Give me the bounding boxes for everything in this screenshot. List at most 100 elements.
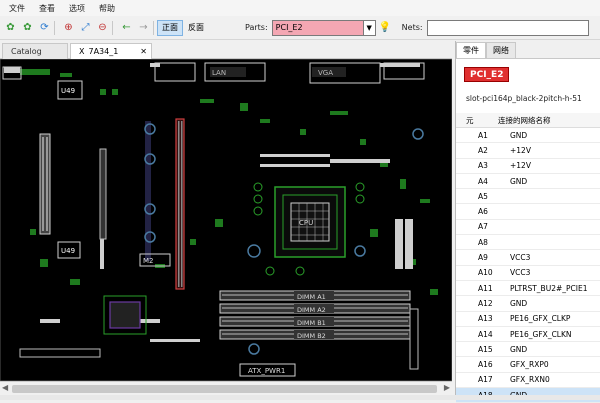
board-label-dimm-b2: DIMM B2 <box>297 332 326 340</box>
net-name: GND <box>510 298 528 308</box>
pin-number: A5 <box>478 191 488 201</box>
gear-green-alt-icon[interactable]: ✿ <box>21 21 34 34</box>
board-label-atx: ATX_PWR1 <box>248 367 285 375</box>
board-label-m2: M2 <box>143 257 154 265</box>
net-name: GND <box>510 344 528 354</box>
lightbulb-icon[interactable]: 💡 <box>379 21 392 34</box>
parts-search-input[interactable]: PCI_E2 <box>271 19 364 36</box>
board-canvas[interactable]: LAN VGA U49 CPU U49 M2 DIMM A1 DIMM A2 D… <box>0 59 452 381</box>
menu-options[interactable]: 选项 <box>62 3 92 14</box>
table-row[interactable]: A3 +12V <box>456 159 600 174</box>
nets-search-input[interactable] <box>426 19 589 36</box>
toolbar-separator <box>112 20 113 35</box>
back-arrow-icon[interactable]: ← <box>120 21 133 34</box>
board-label-u48: U49 <box>61 247 75 255</box>
column-header-pin[interactable]: 元 <box>456 115 488 126</box>
board-label-lan: LAN <box>212 69 226 77</box>
toolbar: ✿ ✿ ⟳ ⊕ ⤢ ⊖ ← → 正面 反面 Parts: PCI_E2 ▼ 💡 … <box>0 16 600 40</box>
tab-label: 7A34_1 <box>88 47 119 56</box>
menu-file[interactable]: 文件 <box>2 3 32 14</box>
net-name: +12V <box>510 161 531 171</box>
board-label-dimm-a2: DIMM A2 <box>297 306 326 314</box>
panel-tabs: 零件 网络 <box>456 41 600 59</box>
table-row[interactable]: A1 GND <box>456 128 600 144</box>
board-label-u49: U49 <box>61 87 75 95</box>
pin-number: A7 <box>478 222 488 232</box>
pin-number: A4 <box>478 176 488 186</box>
back-side-button[interactable]: 反面 <box>183 20 209 36</box>
pin-number: A6 <box>478 207 488 217</box>
table-row[interactable]: A12 GND <box>456 296 600 312</box>
zoom-out-icon[interactable]: ⊖ <box>96 21 109 34</box>
menu-view[interactable]: 查看 <box>32 3 62 14</box>
part-name-badge: PCI_E2 <box>464 67 510 82</box>
table-row[interactable]: A16 GFX_RXP0 <box>456 357 600 373</box>
net-name: GFX_RXN0 <box>510 375 550 385</box>
pin-number: A16 <box>478 360 493 370</box>
table-row[interactable]: A14 PE16_GFX_CLKN <box>456 327 600 343</box>
table-row[interactable]: A2 +12V <box>456 143 600 159</box>
pin-rows: A1 GND A2 +12V A3 +12V A4 GND A5 A6 A7 A8 A9 VCC3 A10 V… <box>456 128 600 403</box>
tab-parts[interactable]: 零件 <box>456 42 486 58</box>
table-row[interactable]: A10 VCC3 <box>456 266 600 281</box>
chevron-down-icon[interactable]: ▼ <box>363 19 376 36</box>
scroll-left-icon[interactable]: ◀ <box>2 383 8 392</box>
net-name: VCC3 <box>510 253 531 263</box>
footprint-text: slot-pci164p_black-2pitch-h-51 <box>466 94 582 103</box>
horizontal-scrollbar[interactable]: ◀ ▶ <box>0 381 452 395</box>
toolbar-separator <box>153 20 154 35</box>
scroll-right-icon[interactable]: ▶ <box>444 383 450 392</box>
net-name: PE16_GFX_CLKP <box>510 314 571 324</box>
pin-number: A14 <box>478 329 493 339</box>
refresh-icon[interactable]: ⟳ <box>38 21 51 34</box>
table-row[interactable]: A8 <box>456 235 600 251</box>
table-row[interactable]: A9 VCC3 <box>456 250 600 266</box>
pin-number: A13 <box>478 314 493 324</box>
tab-prefix: X <box>79 47 85 56</box>
tab-catalog[interactable]: Catalog <box>2 43 68 59</box>
zoom-fit-icon[interactable]: ⤢ <box>79 21 92 34</box>
tab-board[interactable]: X 7A34_1 ✕ <box>70 43 152 59</box>
table-row[interactable]: A17 GFX_RXN0 <box>456 373 600 389</box>
table-row[interactable]: A7 <box>456 220 600 236</box>
table-row[interactable]: A15 GND <box>456 342 600 358</box>
net-name: VCC3 <box>510 268 531 278</box>
gear-green-icon[interactable]: ✿ <box>4 21 17 34</box>
pin-number: A15 <box>478 344 493 354</box>
parts-label: Parts: <box>245 23 268 32</box>
pin-number: A17 <box>478 375 493 385</box>
board-drawing: LAN VGA U49 CPU U49 M2 DIMM A1 DIMM A2 D… <box>0 59 452 381</box>
table-row[interactable]: A6 <box>456 204 600 220</box>
column-header-net[interactable]: 连接的网络名称 <box>488 115 551 126</box>
part-info-panel: 零件 网络 PCI_E2 slot-pci164p_black-2pitch-h… <box>455 41 600 403</box>
front-side-button[interactable]: 正面 <box>157 19 183 36</box>
pin-number: A11 <box>478 283 493 293</box>
table-header: 元 连接的网络名称 <box>456 113 600 128</box>
table-row[interactable]: A11 PLTRST_BU2#_PCIE1 <box>456 281 600 297</box>
board-label-vga: VGA <box>318 69 333 77</box>
menu-help[interactable]: 帮助 <box>92 3 122 14</box>
pin-table: 元 连接的网络名称 A1 GND A2 +12V A3 +12V A4 GND A5 A6 A7 A8… <box>456 113 600 403</box>
menu-bar: 文件 查看 选项 帮助 <box>0 0 600 16</box>
zoom-in-icon[interactable]: ⊕ <box>62 21 75 34</box>
forward-arrow-icon[interactable]: → <box>137 21 150 34</box>
table-row[interactable]: A13 PE16_GFX_CLKP <box>456 312 600 327</box>
net-name: GFX_RXP0 <box>510 360 549 370</box>
status-bar <box>0 395 600 400</box>
table-row[interactable]: A5 <box>456 189 600 205</box>
board-label-dimm-a1: DIMM A1 <box>297 293 326 301</box>
net-name: PLTRST_BU2#_PCIE1 <box>510 283 588 293</box>
scrollbar-thumb[interactable] <box>12 385 437 393</box>
tab-nets[interactable]: 网络 <box>486 42 516 58</box>
pin-number: A3 <box>478 161 488 171</box>
pin-number: A2 <box>478 145 488 155</box>
table-row[interactable]: A4 GND <box>456 174 600 190</box>
board-label-dimm-b1: DIMM B1 <box>297 319 326 327</box>
pin-number: A8 <box>478 237 488 247</box>
board-label-cpu: CPU <box>299 219 313 227</box>
nets-label: Nets: <box>401 23 423 32</box>
close-icon[interactable]: ✕ <box>140 47 147 56</box>
toolbar-separator <box>54 20 55 35</box>
pin-number: A1 <box>478 130 488 140</box>
pin-number: A9 <box>478 253 488 263</box>
